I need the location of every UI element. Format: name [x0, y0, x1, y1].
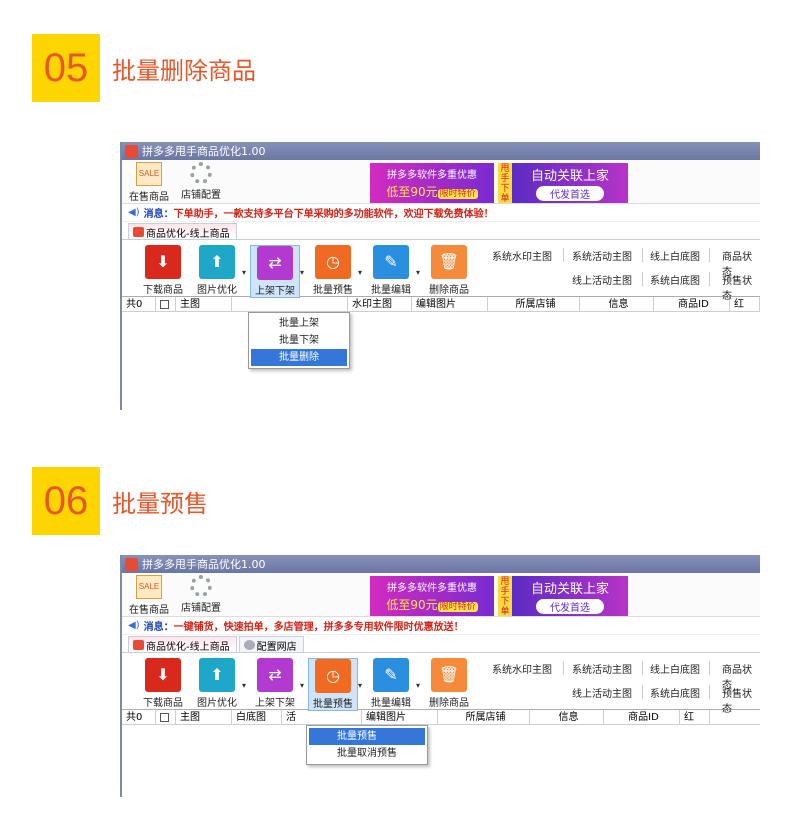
system-watermark-link[interactable]: 系统水印主图: [492, 661, 552, 676]
batch-presale-button[interactable]: ◷ 批量预售: [308, 658, 358, 711]
action-toolbar: ⬇ 下载商品 ⬆ 图片优化 ▾ ⇄ 上架下架 ▾ ◷ 批量预售 ▾ ✎ 批量编辑…: [122, 240, 760, 302]
trash-icon: 🗑: [431, 658, 467, 692]
list-delist-button[interactable]: ⇄ 上架下架: [250, 245, 300, 298]
batch-edit-button[interactable]: ✎ 批量编辑: [366, 245, 416, 296]
gear-icon: [190, 575, 212, 597]
speaker-icon: ◀): [128, 207, 140, 218]
tab-online-products[interactable]: 商品优化-线上商品: [128, 636, 237, 653]
shelf-icon: ⇄: [257, 246, 293, 280]
dropdown-arrow-icon[interactable]: ▾: [300, 681, 304, 690]
list-delist-button[interactable]: ⇄ 上架下架: [250, 658, 300, 709]
speaker-icon: ◀): [128, 620, 140, 631]
menu-item-batch-delete[interactable]: 批量删除: [251, 349, 347, 366]
menu-item-batch-cancel-presale[interactable]: 批量取消预售: [309, 745, 425, 762]
tab-bar: 商品优化-线上商品: [122, 222, 760, 240]
table-header: 共0 主图 白底图 活 编辑图片 所属店铺 信息 商品ID 红: [122, 709, 760, 725]
online-white-bg-link[interactable]: 线上白底图: [650, 661, 700, 676]
edit-icon: ✎: [373, 245, 409, 279]
online-white-bg-link[interactable]: 线上白底图: [650, 248, 700, 263]
shelf-icon: ⇄: [257, 658, 293, 692]
promo-banner[interactable]: 拼多多软件多重优惠 低至90元 限时特价 甩手下单 自动关联上家 代发首选: [370, 163, 628, 204]
app-window-05: 拼多多甩手商品优化1.00 SALE 在售商品 店铺配置 拼多多软件多重优惠 低…: [120, 142, 760, 410]
tab-icon: [133, 640, 144, 650]
download-products-button[interactable]: ⬇ 下载商品: [138, 658, 188, 709]
menu-item-batch-presale[interactable]: 批量预售: [309, 728, 425, 745]
tab-icon: [133, 227, 144, 237]
download-icon: ⬇: [145, 245, 181, 279]
window-title: 拼多多甩手商品优化1.00: [142, 558, 266, 571]
store-config-button[interactable]: 店铺配置: [176, 162, 226, 201]
system-watermark-link[interactable]: 系统水印主图: [492, 248, 552, 263]
dropdown-arrow-icon[interactable]: ▾: [242, 681, 246, 690]
window-titlebar: 拼多多甩手商品优化1.00: [122, 555, 760, 573]
batch-edit-button[interactable]: ✎ 批量编辑: [366, 658, 416, 709]
message-bar: ◀) 消息： 一键铺货，快速拍单，多店管理，拼多多专用软件限时优惠放送！: [122, 617, 760, 635]
edit-icon: ✎: [373, 658, 409, 692]
app-icon: [125, 557, 138, 571]
dropdown-arrow-icon[interactable]: ▾: [358, 681, 362, 690]
select-all-checkbox[interactable]: [156, 710, 176, 724]
system-activity-link[interactable]: 系统活动主图: [572, 661, 632, 676]
menu-item-batch-delist[interactable]: 批量下架: [251, 332, 347, 349]
menu-item-batch-list[interactable]: 批量上架: [251, 315, 347, 332]
image-optimize-button[interactable]: ⬆ 图片优化: [192, 245, 242, 296]
dropdown-arrow-icon[interactable]: ▾: [300, 268, 304, 277]
dropdown-arrow-icon[interactable]: ▾: [416, 681, 420, 690]
window-titlebar: 拼多多甩手商品优化1.00: [122, 142, 760, 160]
presale-status-link[interactable]: 预售状态: [722, 685, 760, 715]
window-title: 拼多多甩手商品优化1.00: [142, 145, 266, 158]
tab-online-products[interactable]: 商品优化-线上商品: [128, 223, 237, 240]
batch-presale-button[interactable]: ◷ 批量预售: [308, 245, 358, 296]
section-number: 05: [32, 34, 100, 102]
upload-icon: ⬆: [199, 245, 235, 279]
tab-store-config[interactable]: 配置网店: [238, 636, 304, 653]
message-bar: ◀) 消息： 下单助手，一款支持多平台下单采购的多功能软件，欢迎下载免费体验！: [122, 204, 760, 222]
alarm-clock-icon: ◷: [315, 245, 351, 279]
section-title: 批量预售: [112, 489, 208, 518]
gear-icon: [190, 162, 212, 184]
section-header-05: 05 批量删除商品: [32, 34, 256, 102]
action-toolbar: ⬇ 下载商品 ⬆ 图片优化 ▾ ⇄ 上架下架 ▾ ◷ 批量预售 ▾ ✎ 批量编辑…: [122, 653, 760, 715]
presale-status-link[interactable]: 预售状态: [722, 272, 760, 302]
delete-products-button[interactable]: 🗑 删除商品: [424, 245, 474, 296]
table-header: 共0 主图 水印主图 编辑图片 所属店铺 信息 商品ID 红: [122, 296, 760, 312]
alarm-clock-icon: ◷: [315, 659, 351, 693]
store-config-button[interactable]: 店铺配置: [176, 575, 226, 614]
top-toolbar: SALE 在售商品 店铺配置 拼多多软件多重优惠 低至90元 限时特价 甩手下单 …: [122, 573, 760, 617]
tab-bar: 商品优化-线上商品 配置网店: [122, 635, 760, 653]
system-white-bg-link[interactable]: 系统白底图: [650, 685, 700, 700]
dropdown-arrow-icon[interactable]: ▾: [242, 268, 246, 277]
download-icon: ⬇: [145, 658, 181, 692]
presale-menu: 批量预售 批量取消预售: [306, 725, 428, 765]
delete-products-button[interactable]: 🗑 删除商品: [424, 658, 474, 709]
upload-icon: ⬆: [199, 658, 235, 692]
list-delist-menu: 批量上架 批量下架 批量删除: [248, 312, 350, 369]
app-window-06: 拼多多甩手商品优化1.00 SALE 在售商品 店铺配置 拼多多软件多重优惠 低…: [120, 555, 760, 797]
settings-icon: [243, 640, 255, 650]
section-header-06: 06 批量预售: [32, 467, 208, 535]
section-number: 06: [32, 467, 100, 535]
promo-banner[interactable]: 拼多多软件多重优惠 低至90元 限时特价 甩手下单 自动关联上家 代发首选: [370, 576, 628, 617]
image-optimize-button[interactable]: ⬆ 图片优化: [192, 658, 242, 709]
dropdown-arrow-icon[interactable]: ▾: [358, 268, 362, 277]
sale-tag-icon: SALE: [136, 575, 162, 599]
system-white-bg-link[interactable]: 系统白底图: [650, 272, 700, 287]
on-sale-products-button[interactable]: SALE 在售商品: [124, 162, 174, 203]
system-activity-link[interactable]: 系统活动主图: [572, 248, 632, 263]
dropdown-arrow-icon[interactable]: ▾: [416, 268, 420, 277]
section-title: 批量删除商品: [112, 56, 256, 85]
online-activity-link[interactable]: 线上活动主图: [572, 272, 632, 287]
sale-tag-icon: SALE: [136, 162, 162, 186]
top-toolbar: SALE 在售商品 店铺配置 拼多多软件多重优惠 低至90元 限时特价 甩手下单 …: [122, 160, 760, 204]
app-icon: [125, 144, 138, 158]
download-products-button[interactable]: ⬇ 下载商品: [138, 245, 188, 296]
on-sale-products-button[interactable]: SALE 在售商品: [124, 575, 174, 616]
select-all-checkbox[interactable]: [156, 297, 176, 311]
online-activity-link[interactable]: 线上活动主图: [572, 685, 632, 700]
trash-icon: 🗑: [431, 245, 467, 279]
